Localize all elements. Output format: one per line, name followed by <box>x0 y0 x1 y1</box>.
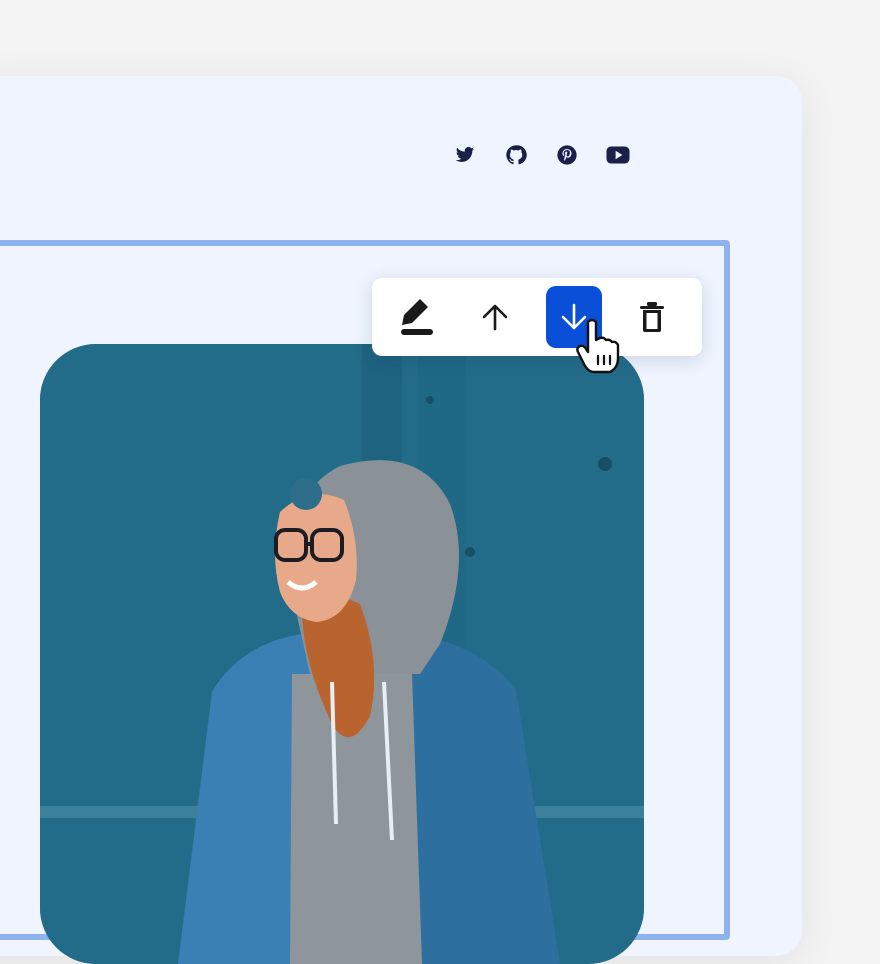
social-links <box>452 142 630 167</box>
photo-woman-in-hoodie[interactable] <box>40 344 644 964</box>
twitter-icon[interactable] <box>452 142 477 167</box>
edit-icon <box>401 299 434 335</box>
edit-button[interactable] <box>389 286 445 348</box>
hand-cursor-icon <box>576 318 620 379</box>
pinterest-icon[interactable] <box>554 142 579 167</box>
delete-icon <box>639 302 664 332</box>
youtube-icon[interactable] <box>605 142 630 167</box>
move-up-icon <box>483 304 508 331</box>
github-icon[interactable] <box>503 142 528 167</box>
move-up-button[interactable] <box>467 286 523 348</box>
block-toolbar <box>372 278 702 356</box>
delete-button[interactable] <box>624 286 680 348</box>
